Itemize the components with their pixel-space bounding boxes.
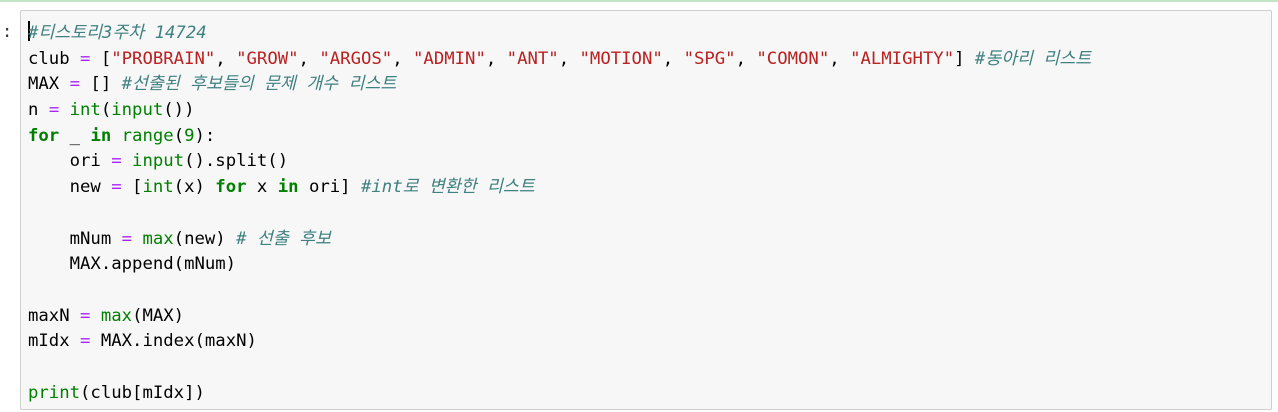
code-token: (club[mIdx]) [80,382,205,403]
code-token: ().split() [184,151,289,172]
code-token: print [28,382,81,403]
code-token: x [246,177,278,198]
code-token: "PROBRAIN" [111,48,216,69]
code-token: in [90,125,112,146]
code-line: print(club[mIdx]) [28,381,1091,407]
code-token: ( [100,100,112,121]
code-token: #선출된 후보들의 문제 개수 리스트 [121,74,397,95]
code-token: maxN [28,305,81,326]
code-token: [] [80,74,122,95]
code-token: for [28,125,60,146]
code-cell-editor[interactable]: #티스토리3주차 14724 club = ["PROBRAIN", "GROW"… [20,10,1272,410]
code-line: club = ["PROBRAIN", "GROW", "ARGOS", "AD… [28,47,1091,73]
code-line: mIdx = MAX.index(maxN) [28,329,1091,355]
code-token: MAX.index(maxN) [90,331,257,352]
code-token: ori] [298,177,361,198]
code-token: = [111,151,122,172]
code-token: mNum [28,228,122,249]
code-token: [ [90,48,112,69]
cell-prompt: : [2,22,13,42]
code-token: # 선출 후보 [236,228,331,249]
code-token: = [121,228,133,249]
code-token: input [111,100,164,121]
code-token: = [69,74,81,95]
code-token: ] [954,48,975,69]
code-line: n = int(input()) [28,98,1091,124]
code-line: mNum = max(new) # 선출 후보 [28,227,1091,253]
code-token: input [132,151,185,172]
code-token: = [80,305,91,326]
code-token: for [215,177,247,198]
code-line: new = [int(x) for x in ori] #int로 변환한 리스… [28,175,1091,201]
code-token: "ALMIGHTY" [850,48,955,69]
code-token: ): [194,125,216,146]
code-token: "ARGOS" [319,48,393,69]
code-token: club [28,48,81,69]
code-token: (x) [173,177,216,198]
cell-top-border [0,0,1278,2]
code-token: #티스토리3주차 14724 [28,23,207,43]
code-token: n [28,100,49,121]
code-line: maxN = max(MAX) [28,304,1091,330]
code-token: in [277,177,299,198]
code-line: ori = input().split() [28,149,1091,175]
code-token: max [142,228,174,249]
code-token: , [735,48,757,69]
code-token: (new) [173,228,237,249]
code-token: = [80,48,91,69]
code-token: (MAX) [132,305,185,326]
code-token: MAX.append(mNum) [28,254,237,275]
notebook-page: : #티스토리3주차 14724 club = ["PROBRAIN", "GRO… [0,0,1278,412]
code-token: [ [121,177,143,198]
code-line: #티스토리3주차 14724 [28,21,1091,47]
code-token: = [111,177,122,198]
code-token: "COMON" [756,48,830,69]
code-token: ori [28,151,112,172]
code-token: , [215,48,237,69]
code-token: #동아리 리스트 [974,48,1092,69]
code-area[interactable]: #티스토리3주차 14724 club = ["PROBRAIN", "GROW"… [28,21,1091,406]
code-token: _ [59,125,91,146]
code-token: , [392,48,414,69]
code-token: , [558,48,580,69]
code-token: "ANT" [506,48,559,69]
code-token: max [100,305,133,326]
code-line: MAX = [] #선출된 후보들의 문제 개수 리스트 [28,72,1091,98]
code-token: new [28,177,112,198]
code-token: "SPG" [683,48,736,69]
code-token: int [69,100,101,121]
code-token: int [142,177,174,198]
code-token: = [48,100,60,121]
code-token: , [485,48,507,69]
code-token: #int로 변환한 리스트 [360,177,535,198]
code-token: , [298,48,320,69]
code-token: range [121,125,174,146]
code-token: mIdx [28,331,81,352]
code-token: ()) [163,100,195,121]
code-token: , [829,48,851,69]
code-token: = [80,331,91,352]
code-token: 9 [184,125,195,146]
code-token: "ADMIN" [413,48,486,69]
code-token: "MOTION" [579,48,663,69]
code-token: , [662,48,684,69]
code-line: MAX.append(mNum) [28,252,1091,278]
code-line: for _ in range(9): [28,124,1091,150]
code-token: MAX [28,74,70,95]
code-token: ( [173,125,185,146]
code-token: "GROW" [236,48,299,69]
